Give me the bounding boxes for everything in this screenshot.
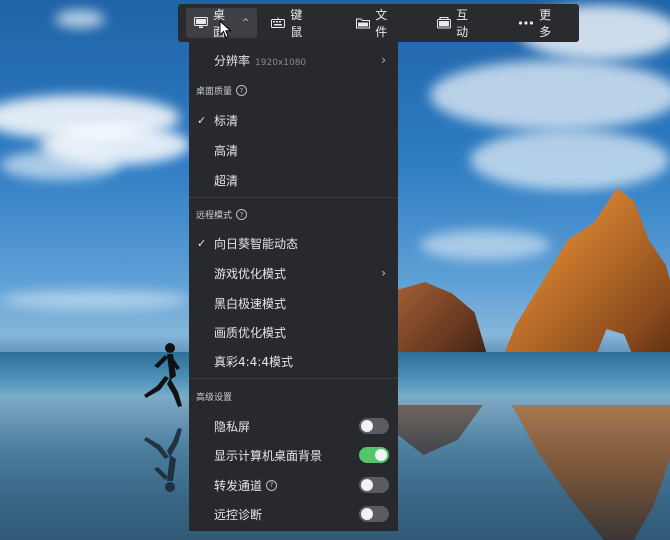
toolbar-interaction-label: 互动 xyxy=(456,8,469,39)
relay-channel-item: 转发通道? xyxy=(189,473,398,497)
toggle-label: 转发通道 xyxy=(214,478,263,493)
quality-option-uhd[interactable]: 超清 xyxy=(189,168,398,192)
quality-option-label: 标清 xyxy=(214,113,239,128)
checkmark-icon: ✓ xyxy=(197,113,207,127)
more-dots-icon xyxy=(519,21,534,25)
remote-toolbar: 桌面 ^ 键鼠 文件 互动 更多 xyxy=(178,4,579,42)
resolution-item[interactable]: 分辨率 1920x1080 › xyxy=(189,48,398,72)
mode-option-quality[interactable]: 画质优化模式 xyxy=(189,320,398,344)
quality-option-label: 超清 xyxy=(214,173,239,188)
resolution-value: 1920x1080 xyxy=(255,57,307,68)
mode-option-bw-fast[interactable]: 黑白极速模式 xyxy=(189,291,398,315)
divider xyxy=(189,378,398,379)
chevron-up-icon: ^ xyxy=(241,18,250,28)
quality-title-text: 桌面质量 xyxy=(196,87,233,97)
help-icon[interactable]: ? xyxy=(236,209,248,220)
remote-diagnosis-toggle[interactable] xyxy=(359,506,389,522)
toggle-label: 隐私屏 xyxy=(214,419,251,434)
toolbar-keyboard-mouse-label: 键鼠 xyxy=(290,8,303,39)
quality-option-sd[interactable]: ✓ 标清 xyxy=(189,108,398,132)
show-desktop-bg-item: 显示计算机桌面背景 xyxy=(189,443,398,467)
mode-option-truecolor[interactable]: 真彩4:4:4模式 xyxy=(189,349,398,373)
mode-option-label: 游戏优化模式 xyxy=(214,266,287,281)
rock xyxy=(398,282,488,358)
interaction-icon xyxy=(437,17,452,29)
toggle-label: 远控诊断 xyxy=(214,507,263,522)
resolution-label: 分辨率 xyxy=(214,53,251,68)
quality-section-title: 桌面质量? xyxy=(196,84,248,97)
mode-option-smart[interactable]: ✓ 向日葵智能动态 xyxy=(189,231,398,255)
rock-arch xyxy=(501,188,670,360)
divider xyxy=(189,197,398,198)
keyboard-icon xyxy=(271,17,286,28)
toolbar-keyboard-mouse-button[interactable]: 键鼠 xyxy=(263,8,322,39)
advanced-title-text: 高级设置 xyxy=(196,393,233,403)
show-desktop-bg-toggle[interactable] xyxy=(359,447,389,463)
folder-icon xyxy=(356,18,371,29)
mode-title-text: 远程模式 xyxy=(196,211,233,221)
remote-diagnosis-item: 远控诊断 xyxy=(189,502,398,526)
mode-option-label: 画质优化模式 xyxy=(214,325,287,340)
toolbar-interaction-button[interactable]: 互动 xyxy=(429,8,488,39)
relay-channel-toggle[interactable] xyxy=(359,477,389,493)
mode-option-game[interactable]: 游戏优化模式 › xyxy=(189,261,398,285)
toolbar-more-button[interactable]: 更多 xyxy=(510,8,571,39)
toggle-label: 显示计算机桌面背景 xyxy=(214,448,323,463)
advanced-section-title: 高级设置 xyxy=(196,390,232,403)
privacy-screen-item: 隐私屏 xyxy=(189,414,398,438)
mode-option-label: 黑白极速模式 xyxy=(214,296,287,311)
help-icon[interactable]: ? xyxy=(266,479,278,491)
toolbar-file-button[interactable]: 文件 xyxy=(348,8,407,39)
quality-option-label: 高清 xyxy=(214,143,239,158)
mode-option-label: 向日葵智能动态 xyxy=(214,236,299,251)
mode-section-title: 远程模式? xyxy=(196,208,248,221)
toolbar-file-label: 文件 xyxy=(375,8,388,39)
chevron-right-icon: › xyxy=(381,53,386,67)
runner-silhouette xyxy=(144,343,182,407)
quality-option-hd[interactable]: 高清 xyxy=(189,138,398,162)
toolbar-more-label: 更多 xyxy=(539,8,552,39)
privacy-screen-toggle[interactable] xyxy=(359,418,389,434)
runner-reflection xyxy=(144,428,182,492)
help-icon[interactable]: ? xyxy=(236,85,248,96)
monitor-icon xyxy=(194,17,208,28)
mouse-cursor-icon xyxy=(219,20,232,39)
desktop-settings-menu: 分辨率 1920x1080 › 桌面质量? ✓ 标清 高清 超清 远程模式? ✓ … xyxy=(189,42,398,531)
chevron-right-icon: › xyxy=(381,266,386,280)
checkmark-icon: ✓ xyxy=(197,236,207,250)
mode-option-label: 真彩4:4:4模式 xyxy=(214,354,293,369)
